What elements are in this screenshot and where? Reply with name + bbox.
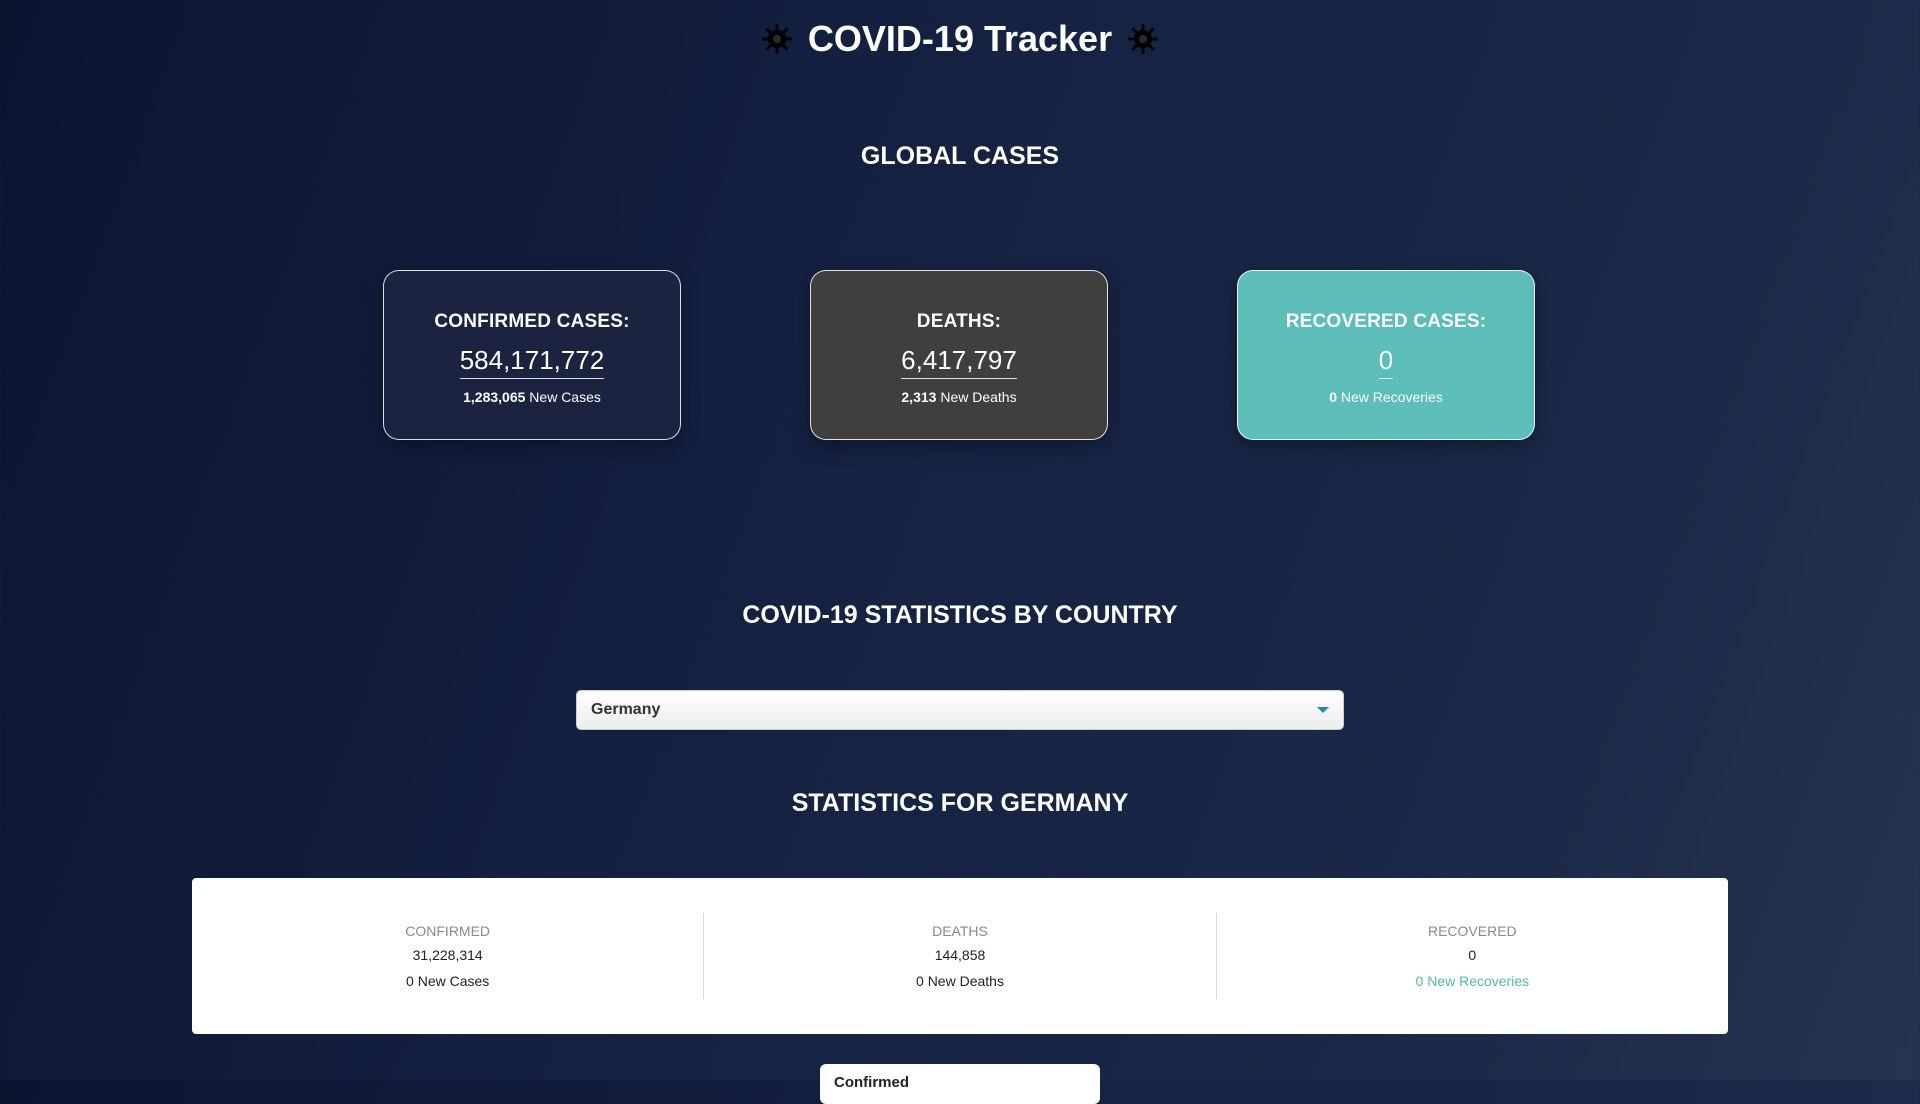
new-recoveries-text: 0 New Recoveries — [1238, 389, 1534, 405]
country-select[interactable]: Germany — [576, 690, 1344, 730]
country-recovered-label: RECOVERED — [1427, 923, 1517, 939]
new-recoveries-value: 0 — [1329, 389, 1337, 405]
new-cases-text: 1,283,065 New Cases — [384, 389, 680, 405]
country-confirmed-value: 31,228,314 — [412, 947, 483, 963]
global-cases-heading: GLOBAL CASES — [860, 142, 1060, 170]
country-stats-panel: CONFIRMED 31,228,314 0 New Cases DEATHS … — [192, 878, 1728, 1034]
country-new-cases: 0 New Cases — [406, 973, 490, 989]
country-stats-heading: COVID-19 STATISTICS BY COUNTRY — [742, 601, 1178, 629]
chevron-down-icon — [1317, 707, 1329, 713]
new-deaths-value: 2,313 — [901, 389, 937, 405]
country-detail-heading: STATISTICS FOR GERMANY — [791, 789, 1129, 817]
confirmed-cases-card: CONFIRMED CASES: 584,171,772 1,283,065 N… — [383, 270, 681, 440]
country-new-recoveries: 0 New Recoveries — [1415, 973, 1530, 989]
country-confirmed-stat: CONFIRMED 31,228,314 0 New Cases — [192, 913, 703, 999]
country-new-deaths: 0 New Deaths — [916, 973, 1004, 989]
recovered-cases-label: RECOVERED CASES: — [1285, 311, 1487, 332]
new-recoveries-label: New Recoveries — [1340, 389, 1443, 405]
new-deaths-label: New Deaths — [940, 389, 1017, 405]
country-deaths-value: 144,858 — [934, 947, 986, 963]
new-cases-value: 1,283,065 — [463, 389, 526, 405]
country-recovered-value: 0 — [1468, 947, 1477, 963]
app-title: COVID-19 Tracker — [807, 18, 1113, 59]
page-title-row: COVID-19 Tracker — [0, 18, 1920, 60]
new-cases-label: New Cases — [529, 389, 601, 405]
confirmed-cases-label: CONFIRMED CASES: — [434, 311, 630, 332]
country-select-value: Germany — [591, 701, 661, 718]
deaths-value: 6,417,797 — [901, 345, 1017, 379]
chart-type-select-value: Confirmed — [834, 1074, 909, 1091]
recovered-cases-card: RECOVERED CASES: 0 0 New Recoveries — [1237, 270, 1535, 440]
country-deaths-stat: DEATHS 144,858 0 New Deaths — [703, 913, 1215, 999]
country-recovered-stat: RECOVERED 0 0 New Recoveries — [1215, 913, 1728, 999]
virus-icon — [1126, 22, 1160, 56]
confirmed-cases-value: 584,171,772 — [459, 345, 605, 379]
country-deaths-label: DEATHS — [932, 923, 988, 939]
new-deaths-text: 2,313 New Deaths — [811, 389, 1107, 405]
country-confirmed-label: CONFIRMED — [405, 923, 491, 939]
recovered-cases-value: 0 — [1378, 345, 1394, 379]
deaths-label: DEATHS: — [916, 311, 1002, 332]
virus-icon — [760, 22, 794, 56]
chart-type-select[interactable]: Confirmed — [820, 1064, 1100, 1104]
deaths-card: DEATHS: 6,417,797 2,313 New Deaths — [810, 270, 1108, 440]
